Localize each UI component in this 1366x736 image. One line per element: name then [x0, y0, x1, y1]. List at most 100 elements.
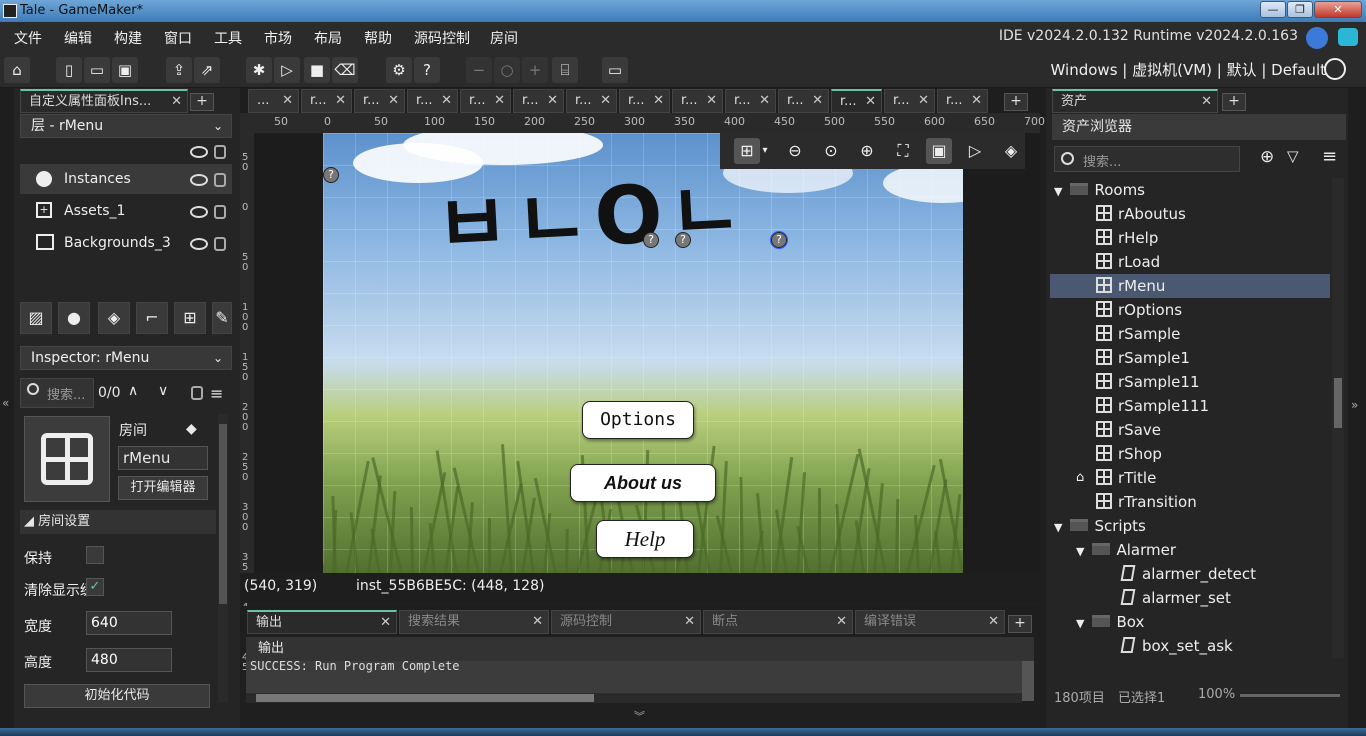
target-icon[interactable]: [1324, 58, 1346, 80]
save-icon[interactable]: ▣: [112, 57, 138, 83]
menu-lines-icon[interactable]: ≡: [210, 384, 223, 403]
asset-room-item[interactable]: rMenu: [1050, 274, 1330, 298]
about-us-button[interactable]: About us: [570, 464, 716, 502]
menu-tools[interactable]: 工具: [214, 28, 242, 48]
asset-room-item[interactable]: rSample: [1050, 322, 1330, 346]
tab-room-editor[interactable]: r... ✕: [831, 89, 882, 113]
close-window-button[interactable]: ✕: [1314, 1, 1362, 18]
account-icon[interactable]: [1306, 27, 1328, 49]
menu-room[interactable]: 房间: [490, 28, 518, 48]
close-tab-icon[interactable]: ✕: [171, 91, 182, 113]
tab-room-editor[interactable]: r... ✕: [725, 89, 776, 113]
tab-room-editor[interactable]: r... ✕: [407, 89, 458, 113]
menu-help[interactable]: 帮助: [364, 28, 392, 48]
close-tab-icon[interactable]: ✕: [494, 90, 505, 112]
zoom-in-icon[interactable]: +: [522, 57, 548, 83]
folder-box[interactable]: ▼ Box: [1050, 610, 1330, 634]
frame-toggle-icon[interactable]: ▣: [926, 138, 952, 164]
tab-room-editor[interactable]: r... ✕: [513, 89, 564, 113]
asset-room-item[interactable]: rSample11: [1050, 370, 1330, 394]
folder-alarmer[interactable]: ▼ Alarmer: [1050, 538, 1330, 562]
asset-room-item[interactable]: rSample111: [1050, 394, 1330, 418]
target-selector[interactable]: Windows | 虚拟机(VM) | 默认 | Default: [1051, 59, 1326, 80]
output-horizontal-scrollbar[interactable]: [246, 693, 1022, 703]
play-room-icon[interactable]: ▷: [962, 138, 988, 164]
expand-panel-icon[interactable]: ︾: [634, 708, 645, 724]
maximize-button[interactable]: ❐: [1287, 1, 1313, 18]
close-tab-icon[interactable]: ✕: [532, 611, 543, 633]
add-tab-button[interactable]: +: [1004, 93, 1028, 111]
chat-icon[interactable]: [1338, 28, 1358, 46]
close-tab-icon[interactable]: ✕: [600, 90, 611, 112]
fit-to-view-icon[interactable]: ⛶: [890, 138, 916, 164]
eye-icon[interactable]: [190, 206, 208, 218]
menu-source-control[interactable]: 源码控制: [414, 28, 470, 48]
menu-marketplace[interactable]: 市场: [264, 28, 292, 48]
close-tab-icon[interactable]: ✕: [865, 91, 876, 113]
room-view[interactable]: ㅂㄴOㄴ ? ? ? ? Options About us Help: [323, 133, 963, 573]
help-button[interactable]: Help: [596, 520, 694, 558]
asset-room-item[interactable]: rShop: [1050, 442, 1330, 466]
layer-row-instances[interactable]: Instances: [20, 164, 232, 194]
tab-search-results[interactable]: 搜索结果 ✕: [399, 610, 549, 634]
add-tab-button[interactable]: +: [1222, 93, 1246, 111]
settings-gear-icon[interactable]: ⚙: [386, 57, 412, 83]
close-tab-icon[interactable]: ✕: [988, 611, 999, 633]
debug-icon[interactable]: ✱: [246, 57, 272, 83]
close-tab-icon[interactable]: ✕: [1201, 91, 1212, 113]
asset-scrollbar[interactable]: [1332, 178, 1344, 658]
stop-icon[interactable]: ■: [304, 57, 330, 83]
asset-script-item[interactable]: alarmer_detect: [1050, 562, 1330, 586]
tab-room-editor[interactable]: r... ✕: [354, 89, 405, 113]
asset-room-item[interactable]: rAboutus: [1050, 202, 1330, 226]
width-field[interactable]: 640: [86, 611, 172, 635]
add-background-layer-icon[interactable]: ▨: [20, 302, 52, 334]
add-path-layer-icon[interactable]: ⌐: [136, 302, 168, 334]
zoom-out-icon[interactable]: ⊖: [782, 138, 808, 164]
add-effect-layer-icon[interactable]: ✎: [212, 302, 232, 334]
menu-file[interactable]: 文件: [14, 28, 42, 48]
close-tab-icon[interactable]: ✕: [547, 90, 558, 112]
folder-rooms[interactable]: ▼ Rooms: [1050, 178, 1330, 202]
close-tab-icon[interactable]: ✕: [918, 90, 929, 112]
export-icon[interactable]: ⇪: [166, 57, 192, 83]
tab-room-editor[interactable]: r... ✕: [884, 89, 935, 113]
tab-room-editor[interactable]: ... ✕: [248, 89, 299, 113]
gamepad-icon[interactable]: ⌸: [552, 57, 578, 83]
tab-room-editor[interactable]: r... ✕: [937, 89, 988, 113]
grid-toggle-icon[interactable]: ⊞: [734, 138, 760, 164]
tab-properties-panel[interactable]: 自定义属性面板Ins... ✕: [20, 89, 188, 113]
asset-room-item[interactable]: rLoad: [1050, 250, 1330, 274]
open-project-icon[interactable]: ▭: [84, 57, 110, 83]
zoom-slider[interactable]: [1240, 694, 1340, 697]
tag-icon[interactable]: ◆: [186, 421, 197, 437]
zoom-in-icon[interactable]: ⊕: [854, 138, 880, 164]
right-collapse[interactable]: »: [1348, 88, 1366, 728]
instance-marker[interactable]: ?: [323, 167, 339, 183]
tab-assets[interactable]: 资产 ✕: [1052, 89, 1218, 113]
tab-room-editor[interactable]: r... ✕: [619, 89, 670, 113]
filter-icon[interactable]: ▽: [1287, 147, 1299, 165]
close-tab-icon[interactable]: ✕: [380, 612, 391, 634]
asset-script-item[interactable]: box_set_ask: [1050, 634, 1330, 658]
zoom-out-icon[interactable]: −: [466, 57, 492, 83]
eye-icon[interactable]: [190, 174, 208, 186]
new-project-icon[interactable]: ▯: [56, 57, 82, 83]
lock-icon[interactable]: [214, 205, 226, 219]
close-tab-icon[interactable]: ✕: [971, 90, 982, 112]
asset-room-item[interactable]: rSave: [1050, 418, 1330, 442]
add-tab-button[interactable]: +: [190, 93, 214, 111]
eye-icon[interactable]: [190, 146, 208, 158]
asset-script-item[interactable]: alarmer_set: [1050, 586, 1330, 610]
add-tab-button[interactable]: +: [1008, 615, 1032, 633]
close-tab-icon[interactable]: ✕: [684, 611, 695, 633]
tab-room-editor[interactable]: r... ✕: [460, 89, 511, 113]
tab-room-editor[interactable]: r... ✕: [672, 89, 723, 113]
search-next-icon[interactable]: ∨: [158, 383, 168, 399]
add-tile-layer-icon[interactable]: ◈: [98, 302, 130, 334]
lock-icon[interactable]: [214, 237, 226, 251]
run-icon[interactable]: ▷: [274, 57, 300, 83]
instance-marker[interactable]: ?: [675, 232, 691, 248]
zoom-reset-icon[interactable]: ○: [494, 57, 520, 83]
close-tab-icon[interactable]: ✕: [812, 90, 823, 112]
